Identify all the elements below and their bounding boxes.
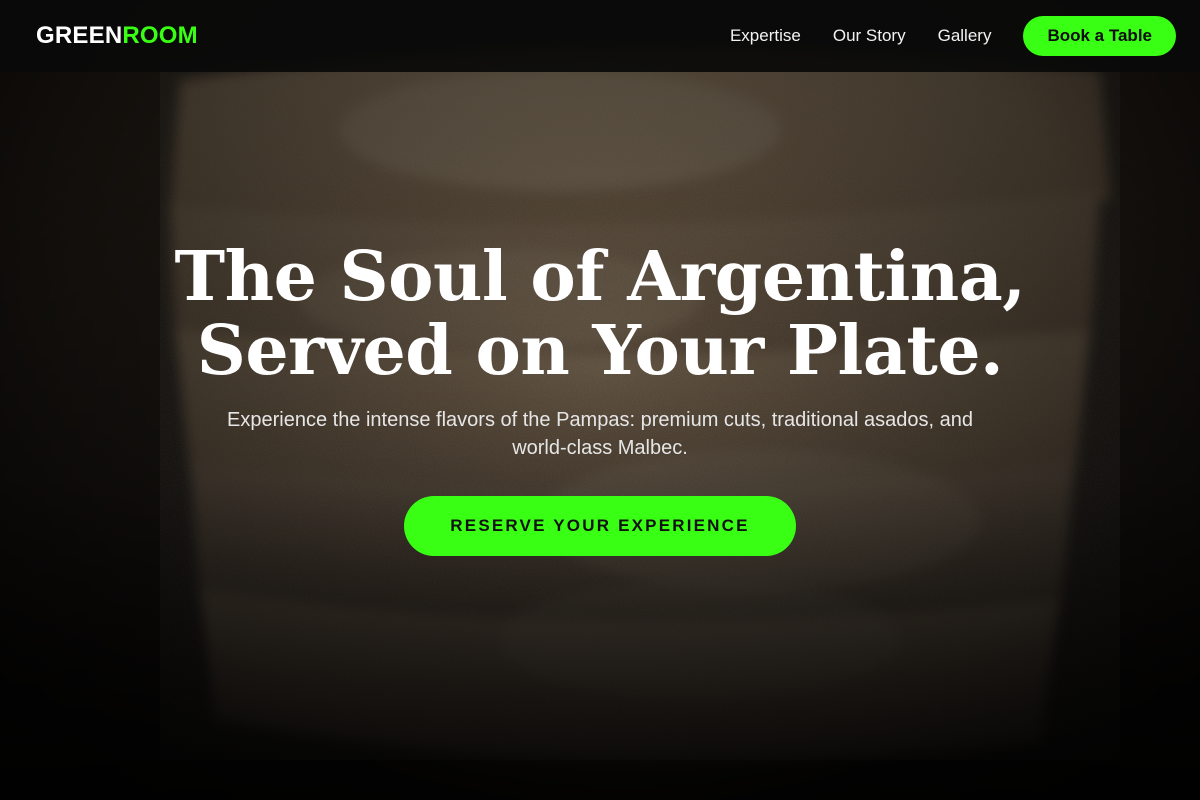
- hero-subtitle-line-1: Experience the intense flavors of the Pa…: [227, 409, 973, 431]
- nav-link-expertise[interactable]: Expertise: [730, 26, 801, 46]
- nav-link-gallery[interactable]: Gallery: [938, 26, 992, 46]
- hero-title-line-2: Served on Your Plate.: [196, 311, 1004, 391]
- logo-text-room: ROOM: [122, 22, 198, 49]
- logo-text-green: GREEN: [36, 22, 123, 49]
- page: GREEN ROOM Expertise Our Story Gallery Bo…: [0, 0, 1200, 800]
- hero-subtitle-line-2: world-class Malbec.: [512, 437, 688, 459]
- reserve-experience-button[interactable]: RESERVE YOUR EXPERIENCE: [404, 496, 796, 556]
- book-table-button[interactable]: Book a Table: [1023, 16, 1176, 56]
- brand-logo[interactable]: GREEN ROOM: [36, 22, 198, 50]
- main-nav: Expertise Our Story Gallery Book a Table: [730, 16, 1176, 56]
- hero-section: The Soul of Argentina, Served on Your Pl…: [0, 240, 1200, 556]
- nav-link-our-story[interactable]: Our Story: [833, 26, 906, 46]
- hero-subtitle: Experience the intense flavors of the Pa…: [170, 406, 1030, 462]
- hero-title-line-1: The Soul of Argentina,: [174, 237, 1026, 317]
- site-header: GREEN ROOM Expertise Our Story Gallery Bo…: [0, 0, 1200, 72]
- hero-title: The Soul of Argentina, Served on Your Pl…: [0, 240, 1200, 388]
